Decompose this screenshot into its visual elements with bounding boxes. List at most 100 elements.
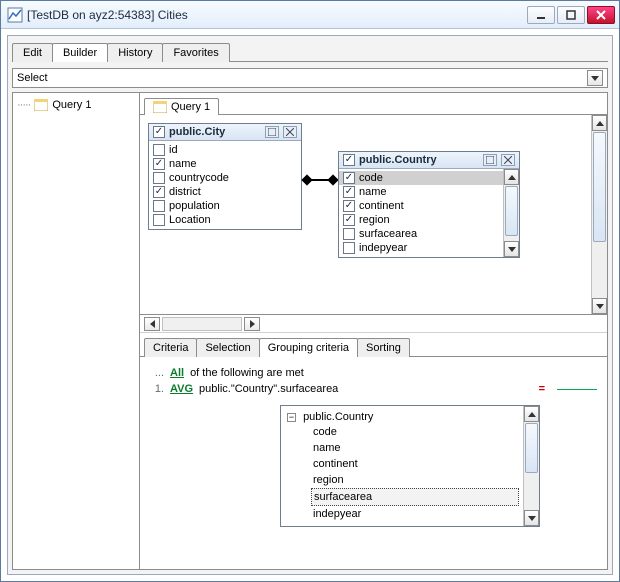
tab-edit[interactable]: Edit: [12, 43, 53, 62]
criteria-ellipsis[interactable]: ...: [150, 367, 164, 379]
table-maximize-icon[interactable]: [265, 126, 279, 138]
tree-item[interactable]: code: [311, 424, 519, 440]
select-value: Select: [17, 72, 48, 84]
criteria-value-slot[interactable]: [557, 389, 597, 390]
canvas-hscrollbar[interactable]: [140, 315, 607, 333]
column-checkbox[interactable]: [343, 228, 355, 240]
maximize-button[interactable]: [557, 6, 585, 24]
column-checkbox[interactable]: [343, 214, 355, 226]
join-connector[interactable]: [301, 175, 339, 185]
tree-collapse-icon[interactable]: −: [287, 413, 296, 422]
table-column-row[interactable]: id: [153, 143, 297, 157]
minimize-button[interactable]: [527, 6, 555, 24]
scroll-thumb[interactable]: [525, 423, 538, 473]
select-combobox[interactable]: Select: [12, 68, 608, 88]
table-column-row[interactable]: name: [153, 157, 297, 171]
tree-item[interactable]: surfacearea: [311, 488, 519, 506]
column-checkbox[interactable]: [153, 214, 165, 226]
tab-builder[interactable]: Builder: [52, 43, 108, 62]
design-tab-label: Query 1: [171, 101, 210, 113]
query-tree-item[interactable]: ····· Query 1: [17, 97, 135, 113]
top-tabstrip: Edit Builder History Favorites: [12, 40, 608, 62]
column-label: continent: [359, 200, 404, 212]
tree-item[interactable]: continent: [311, 456, 519, 472]
column-checkbox[interactable]: [343, 242, 355, 254]
table-column-row[interactable]: indepyear: [343, 241, 501, 255]
column-checkbox[interactable]: [153, 144, 165, 156]
column-checkbox[interactable]: [343, 172, 355, 184]
criteria-row-number: 1.: [150, 383, 164, 395]
chart-app-icon: [7, 7, 23, 23]
table-column-row[interactable]: Location: [153, 213, 297, 227]
criteria-body: ... All of the following are met 1. AVG …: [140, 357, 607, 569]
window-title: [TestDB on ayz2:54383] Cities: [27, 8, 527, 22]
table-column-row[interactable]: countrycode: [153, 171, 297, 185]
column-label: region: [359, 214, 390, 226]
canvas-vscrollbar[interactable]: [591, 115, 607, 314]
criteria-all-text: of the following are met: [190, 367, 304, 379]
table-country-title: public.Country: [359, 154, 479, 166]
table-column-row[interactable]: name: [343, 185, 501, 199]
scroll-up-icon[interactable]: [524, 406, 539, 422]
scroll-thumb[interactable]: [505, 186, 518, 236]
design-tab[interactable]: Query 1: [144, 98, 219, 115]
scroll-right-icon[interactable]: [244, 317, 260, 331]
tab-favorites[interactable]: Favorites: [162, 43, 229, 62]
tree-root-label: public.Country: [303, 411, 373, 423]
criteria-expression[interactable]: public."Country".surfacearea: [199, 383, 338, 395]
tab-criteria[interactable]: Criteria: [144, 338, 197, 357]
table-country-checkall[interactable]: [343, 154, 355, 166]
scroll-down-icon[interactable]: [504, 241, 519, 257]
table-city[interactable]: public.City idnamecountrycodedistrictpop…: [148, 123, 302, 230]
query-tree-label: Query 1: [52, 99, 91, 111]
table-maximize-icon[interactable]: [483, 154, 497, 166]
criteria-operator[interactable]: =: [539, 383, 545, 395]
scroll-down-icon[interactable]: [524, 510, 539, 526]
tab-history[interactable]: History: [107, 43, 163, 62]
scroll-down-icon[interactable]: [592, 298, 607, 314]
table-column-row[interactable]: population: [153, 199, 297, 213]
column-label: indepyear: [359, 242, 407, 254]
table-country[interactable]: public.Country codenamecontinent region su…: [338, 151, 520, 258]
tab-sorting[interactable]: Sorting: [357, 338, 410, 357]
criteria-all-keyword[interactable]: All: [170, 367, 184, 379]
query-tree-pane: ····· Query 1: [12, 92, 140, 570]
column-checkbox[interactable]: [343, 200, 355, 212]
criteria-aggregate[interactable]: AVG: [170, 383, 193, 395]
tree-root[interactable]: − public.Country: [287, 410, 519, 424]
table-column-row[interactable]: surfacearea: [343, 227, 501, 241]
table-close-icon[interactable]: [283, 126, 297, 138]
column-checkbox[interactable]: [153, 172, 165, 184]
close-button[interactable]: [587, 6, 615, 24]
app-window: [TestDB on ayz2:54383] Cities Edit Build…: [0, 0, 620, 582]
table-city-checkall[interactable]: [153, 126, 165, 138]
tree-item[interactable]: region: [311, 472, 519, 488]
tree-item[interactable]: indepyear: [311, 506, 519, 522]
column-label: surfacearea: [359, 228, 417, 240]
diagram-canvas[interactable]: public.City idnamecountrycodedistrictpop…: [140, 115, 607, 315]
table-city-header[interactable]: public.City: [149, 124, 301, 141]
tab-grouping-criteria[interactable]: Grouping criteria: [259, 338, 358, 357]
scroll-left-icon[interactable]: [144, 317, 160, 331]
column-checkbox[interactable]: [153, 158, 165, 170]
column-checkbox[interactable]: [343, 186, 355, 198]
scroll-track[interactable]: [162, 317, 242, 331]
table-close-icon[interactable]: [501, 154, 515, 166]
tree-item[interactable]: name: [311, 440, 519, 456]
column-checkbox[interactable]: [153, 200, 165, 212]
popup-scrollbar[interactable]: [523, 406, 539, 526]
table-column-row[interactable]: continent: [343, 199, 501, 213]
table-column-row[interactable]: district: [153, 185, 297, 199]
scroll-up-icon[interactable]: [592, 115, 607, 131]
table-column-row[interactable]: region: [343, 213, 501, 227]
scroll-thumb[interactable]: [593, 132, 606, 242]
table-column-row[interactable]: code: [339, 171, 505, 185]
tree-branch-icon: ·····: [17, 99, 30, 111]
tab-selection[interactable]: Selection: [196, 338, 259, 357]
column-checkbox[interactable]: [153, 186, 165, 198]
table-country-header[interactable]: public.Country: [339, 152, 519, 169]
table-country-scrollbar[interactable]: [503, 169, 519, 257]
select-dropdown-button[interactable]: [587, 70, 603, 86]
titlebar: [TestDB on ayz2:54383] Cities: [1, 1, 619, 29]
scroll-up-icon[interactable]: [504, 169, 519, 185]
